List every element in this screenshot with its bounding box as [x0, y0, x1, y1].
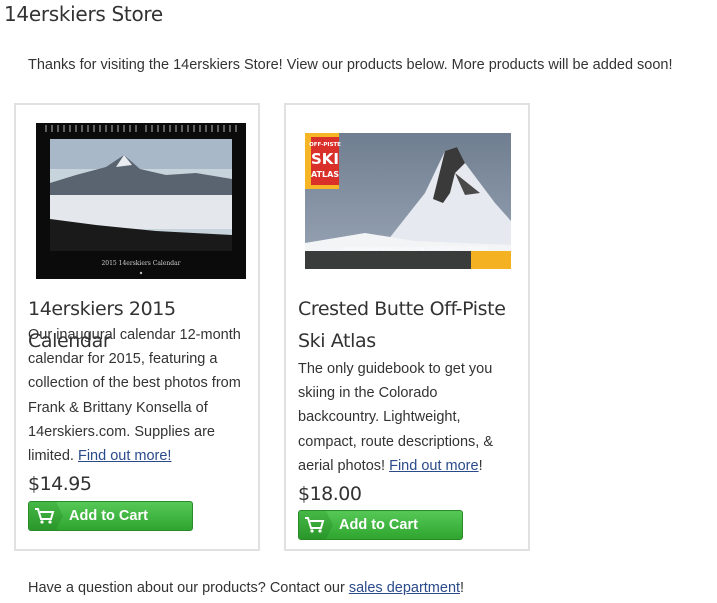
cart-icon: [29, 502, 63, 530]
product-title-line-2[interactable]: Ski Atlas: [298, 325, 524, 357]
ski-atlas-image[interactable]: OFF-PISTE SKI ATLAS An essential guide t…: [305, 133, 511, 269]
product-description: Our inaugural calendar 12-month calendar…: [28, 323, 254, 468]
sales-department-link[interactable]: sales department: [349, 580, 460, 596]
footer-contact-text: Have a question about our products? Cont…: [28, 580, 464, 596]
find-out-more-link[interactable]: Find out more!: [78, 448, 172, 464]
product-price: $14.95: [28, 473, 92, 495]
add-to-cart-label: Add to Cart: [339, 517, 418, 533]
link-suffix: !: [478, 457, 483, 474]
badge-line-3: ATLAS: [311, 170, 339, 179]
calendar-caption: 2015 14erskiers Calendar: [101, 260, 180, 267]
footer-suffix: !: [460, 580, 465, 596]
page-title: 14erskiers Store: [4, 2, 163, 26]
add-to-cart-label: Add to Cart: [69, 508, 148, 524]
product-title-line-1[interactable]: Crested Butte Off-Piste: [298, 293, 524, 325]
add-to-cart-button[interactable]: Add to Cart: [28, 501, 193, 531]
cart-icon: [299, 511, 333, 539]
product-card-calendar: 2015 14erskiers Calendar 14erskiers 2015…: [14, 103, 260, 551]
product-price: $18.00: [298, 483, 362, 505]
product-description: The only guidebook to get you skiing in …: [298, 357, 514, 478]
product-desc-text: Our inaugural calendar 12-month calendar…: [28, 327, 241, 465]
intro-text: Thanks for visiting the 14erskiers Store…: [28, 57, 673, 73]
badge-line-2: SKI: [311, 150, 339, 168]
badge-line-1: OFF-PISTE: [309, 142, 341, 148]
find-out-more-link[interactable]: Find out more: [389, 458, 478, 474]
calendar-image[interactable]: 2015 14erskiers Calendar: [36, 123, 246, 279]
footer-prefix: Have a question about our products? Cont…: [28, 580, 349, 596]
product-card-ski-atlas: OFF-PISTE SKI ATLAS An essential guide t…: [284, 103, 530, 551]
atlas-caption: An essential guide to backcountry skiing…: [343, 246, 488, 251]
product-title[interactable]: Crested Butte Off-Piste Ski Atlas: [298, 293, 524, 357]
add-to-cart-button[interactable]: Add to Cart: [298, 510, 463, 540]
